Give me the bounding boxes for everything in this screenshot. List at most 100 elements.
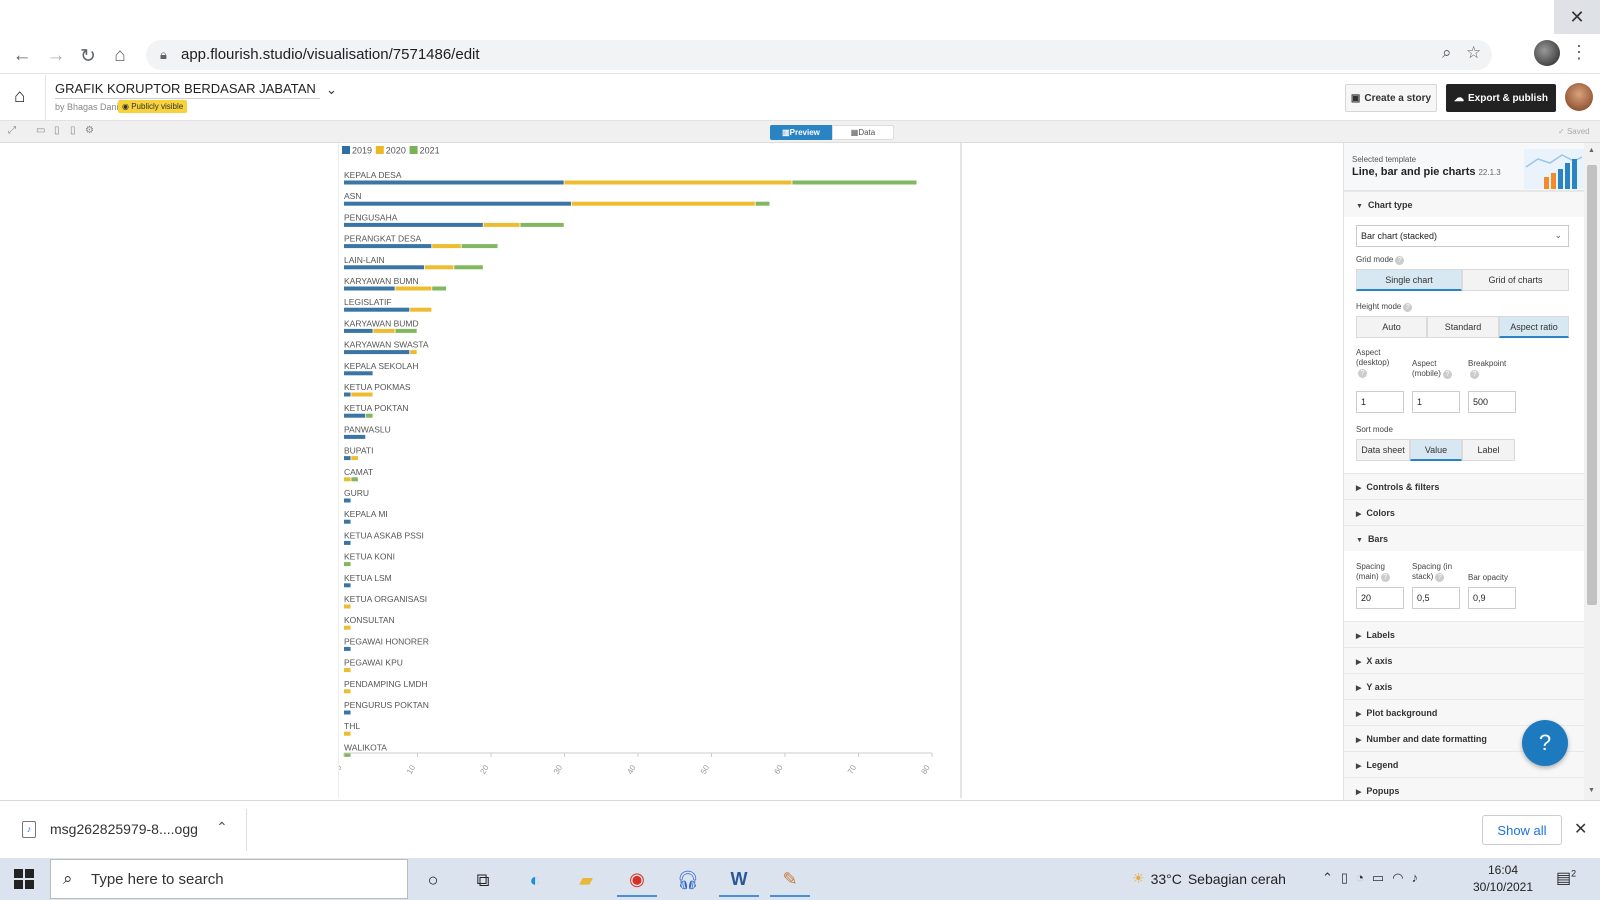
taskbar-clock[interactable]: 16:04 30/10/2021: [1468, 862, 1538, 896]
fullscreen-icon[interactable]: ⤢: [8, 125, 16, 136]
tab-data[interactable]: ▦ Data: [832, 125, 894, 140]
task-view-icon[interactable]: ⧉: [463, 863, 503, 897]
volume-icon[interactable]: ♪: [1412, 870, 1427, 885]
clock-time: 16:04: [1487, 863, 1519, 877]
device-icon[interactable]: ▯: [1341, 870, 1356, 885]
sort-mode-data-sheet[interactable]: Data sheet: [1356, 439, 1410, 461]
url-text[interactable]: app.flourish.studio/visualisation/757148…: [181, 46, 480, 63]
section-y-axis[interactable]: ▶ Y axis: [1344, 673, 1584, 699]
create-story-button[interactable]: ▣ Create a story: [1345, 84, 1437, 112]
reload-button[interactable]: ↻: [74, 42, 102, 70]
help-icon[interactable]: ?: [1395, 256, 1405, 265]
headphones-app-icon[interactable]: 🎧︎: [668, 863, 708, 897]
forward-button[interactable]: →: [42, 42, 70, 70]
section-chart-type[interactable]: ▼ Chart type: [1344, 191, 1584, 217]
scroll-up-icon[interactable]: ▲: [1588, 147, 1595, 154]
selected-template[interactable]: Selected template Line, bar and pie char…: [1344, 143, 1584, 191]
aspect-desktop-input[interactable]: 1: [1356, 391, 1404, 413]
help-icon[interactable]: ?: [1442, 370, 1452, 379]
chrome-icon[interactable]: ◉: [617, 863, 657, 897]
settings-gear-icon[interactable]: ⚙: [85, 125, 94, 136]
bar-segment-2019: [344, 286, 395, 291]
battery-icon[interactable]: ▭: [1372, 870, 1392, 885]
weather-widget[interactable]: ☀ 33°C Sebagian cerah: [1132, 870, 1286, 887]
category-label: THL: [344, 721, 360, 731]
grid-mode-grid-of-charts[interactable]: Grid of charts: [1462, 269, 1569, 291]
cortana-icon[interactable]: ○: [413, 863, 453, 897]
panel-scrollbar-thumb[interactable]: [1587, 165, 1597, 605]
windows-taskbar: ⌕ Type here to search ○ ⧉ ◐ ▰ ◉ 🎧︎ W ✎ ☀…: [0, 858, 1600, 900]
mobile-view-icon[interactable]: ▯: [70, 125, 76, 136]
height-mode-aspect-ratio[interactable]: Aspect ratio: [1499, 316, 1569, 338]
chart-type-select[interactable]: Bar chart (stacked) ⌄: [1356, 225, 1569, 247]
help-icon[interactable]: ?: [1470, 370, 1479, 379]
section-x-axis[interactable]: ▶ X axis: [1344, 647, 1584, 673]
tablet-view-icon[interactable]: ▯: [54, 125, 60, 136]
section-bars[interactable]: ▼ Bars: [1344, 525, 1584, 551]
section-controls-filters[interactable]: ▶ Controls & filters: [1344, 473, 1584, 499]
height-mode-standard[interactable]: Standard: [1427, 316, 1499, 338]
bar-segment-2020: [410, 307, 432, 312]
sort-mode-value[interactable]: Value: [1410, 439, 1462, 461]
home-button[interactable]: ⌂: [106, 42, 134, 70]
section-labels[interactable]: ▶ Labels: [1344, 621, 1584, 647]
taskbar-search[interactable]: ⌕ Type here to search: [50, 859, 408, 899]
bar-segment-2021: [792, 180, 917, 185]
kebab-icon[interactable]: ⋮: [1570, 42, 1588, 63]
sort-mode-label-option[interactable]: Label: [1462, 439, 1515, 461]
wifi-icon[interactable]: ◠: [1392, 870, 1411, 885]
chevron-down-icon[interactable]: ⌄: [326, 82, 337, 98]
tab-preview[interactable]: ▥ Preview: [770, 125, 832, 140]
spacing-main-input[interactable]: 20: [1356, 587, 1404, 609]
help-icon[interactable]: ?: [1435, 573, 1445, 582]
scroll-down-icon[interactable]: ▼: [1588, 787, 1595, 794]
help-icon[interactable]: ?: [1358, 369, 1367, 378]
bar-segment-2020: [344, 625, 351, 630]
download-file-name[interactable]: msg262825979-8....ogg: [50, 821, 198, 837]
show-all-button[interactable]: Show all: [1482, 815, 1562, 845]
bar-opacity-input[interactable]: 0,9: [1468, 587, 1516, 609]
zoom-icon[interactable]: ⌕: [1442, 43, 1452, 63]
back-button[interactable]: ←: [8, 42, 36, 70]
section-popups[interactable]: ▶ Popups: [1344, 777, 1584, 800]
x-tick-label: 20: [478, 763, 491, 776]
grid-mode-single-chart[interactable]: Single chart: [1356, 269, 1462, 291]
section-x-axis-label: X axis: [1366, 656, 1393, 666]
chevron-up-icon[interactable]: ⌃: [1322, 870, 1341, 885]
help-icon[interactable]: ?: [1403, 303, 1413, 312]
home-icon[interactable]: ⌂: [14, 86, 25, 108]
paint-icon[interactable]: ✎: [770, 863, 810, 897]
edge-icon[interactable]: ◐: [515, 863, 555, 897]
aspect-desktop-label-text: Aspect (desktop): [1356, 348, 1390, 367]
breakpoint-input[interactable]: 500: [1468, 391, 1516, 413]
spacing-stack-input[interactable]: 0,5: [1412, 587, 1460, 609]
visibility-badge-label: Publicly visible: [131, 102, 184, 111]
help-icon[interactable]: ?: [1380, 573, 1390, 582]
grid-mode-label-text: Grid mode: [1356, 255, 1394, 264]
star-icon[interactable]: ☆: [1466, 43, 1481, 63]
bar-segment-2021: [755, 201, 770, 206]
profile-avatar[interactable]: [1534, 40, 1560, 66]
address-bar[interactable]: 🔒︎ app.flourish.studio/visualisation/757…: [146, 40, 1492, 70]
file-explorer-icon[interactable]: ▰: [566, 863, 606, 897]
desktop-view-icon[interactable]: ▭: [36, 125, 45, 136]
category-label: PEGAWAI KPU: [344, 658, 403, 668]
word-icon[interactable]: W: [719, 863, 759, 897]
windows-start-icon[interactable]: [14, 869, 34, 889]
window-close-button[interactable]: ✕: [1554, 0, 1600, 34]
panel-scrollbar[interactable]: ▲ ▼: [1584, 143, 1600, 800]
aspect-mobile-input[interactable]: 1: [1412, 391, 1460, 413]
section-y-axis-label: Y axis: [1366, 682, 1393, 692]
system-tray[interactable]: ⌃▯◔▭◠♪: [1322, 870, 1426, 886]
close-icon[interactable]: ✕: [1574, 819, 1587, 839]
chevron-up-icon[interactable]: ⌃: [216, 819, 228, 836]
export-publish-button[interactable]: ☁ Export & publish: [1446, 84, 1556, 112]
notification-center[interactable]: ▤2: [1556, 868, 1576, 888]
height-mode-auto[interactable]: Auto: [1356, 316, 1427, 338]
visualisation-title[interactable]: GRAFIK KORUPTOR BERDASAR JABATAN DI JA: [55, 81, 320, 99]
network-icon[interactable]: ◔: [1356, 870, 1372, 885]
user-avatar[interactable]: [1565, 83, 1593, 111]
help-button[interactable]: ?: [1522, 720, 1568, 766]
section-colors[interactable]: ▶ Colors: [1344, 499, 1584, 525]
visibility-badge[interactable]: ◉ Publicly visible: [118, 100, 188, 113]
